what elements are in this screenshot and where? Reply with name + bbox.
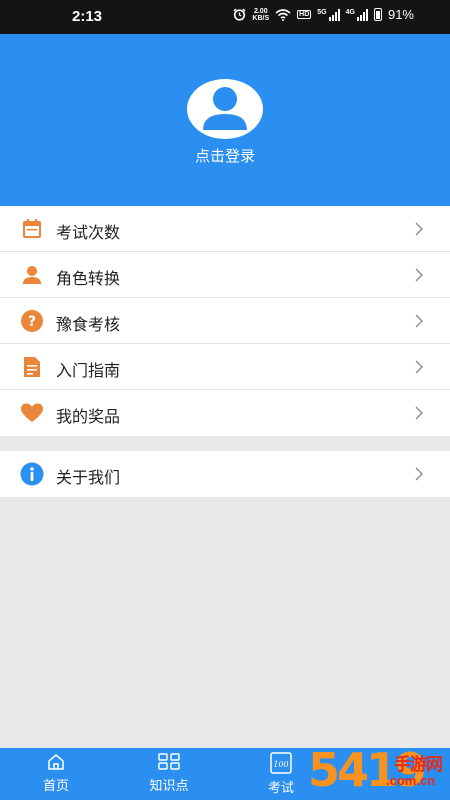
menu-item-about-us[interactable]: 关于我们 [0, 451, 450, 497]
status-time: 2:13 [72, 8, 103, 25]
menu-item-label: 入门指南 [56, 361, 121, 380]
net-speed-unit: KB/S [252, 14, 270, 22]
home-icon [48, 754, 64, 770]
wifi-icon [275, 8, 291, 21]
tab-label: 知识点 [149, 779, 189, 794]
info-icon [20, 462, 44, 486]
menu-item-label: 考试次数 [56, 223, 121, 242]
svg-text:?: ? [28, 314, 36, 330]
watermark-domain: .com.cn [386, 773, 436, 788]
profile-header[interactable]: 点击登录 [0, 34, 450, 206]
menu-item-label: 我的奖品 [56, 407, 121, 426]
menu-item-exam-count[interactable]: 考试次数 [0, 206, 450, 252]
tab-knowledge[interactable]: 知识点 [129, 752, 209, 794]
net-speed-value: 2.00 [253, 7, 268, 15]
watermark-logo: 5419 手游网 .com.cn [308, 743, 450, 800]
status-bar: 2:13 2.00 KB/S HD 5G 4G 91% [0, 0, 450, 34]
calendar-icon [23, 219, 41, 238]
chevron-right-icon [415, 360, 423, 374]
grid-icon [158, 753, 180, 770]
menu-item-label: 关于我们 [56, 468, 121, 487]
alarm-icon [233, 8, 246, 21]
avatar-icon[interactable] [186, 78, 264, 140]
menu-item-role-switch[interactable]: 角色转换 [0, 252, 450, 298]
chevron-right-icon [415, 314, 423, 328]
signal-sim2-icon: 4G [345, 8, 368, 21]
exam-icon: 100 [270, 752, 292, 774]
chevron-right-icon [415, 268, 423, 282]
menu-item-label: 豫食考核 [56, 315, 121, 334]
menu-list: 考试次数 角色转换 ? 豫食考核 入门指南 我的奖品 [0, 206, 450, 436]
battery-level: 91% [387, 7, 414, 22]
menu-item-guide[interactable]: 入门指南 [0, 344, 450, 390]
svg-text:100: 100 [273, 760, 288, 769]
chevron-right-icon [415, 406, 423, 420]
watermark-text: 手游网 [394, 755, 443, 775]
person-icon [23, 266, 41, 284]
chevron-right-icon [415, 467, 423, 481]
net-speed: 2.00 KB/S [252, 8, 269, 22]
menu-item-my-prizes[interactable]: 我的奖品 [0, 390, 450, 436]
about-section: 关于我们 [0, 451, 450, 497]
status-indicators: 2.00 KB/S HD 5G 4G 91% [233, 7, 414, 22]
sim1-label: 5G [317, 8, 327, 16]
heart-icon [21, 403, 43, 422]
battery-icon [373, 8, 382, 21]
login-link[interactable]: 点击登录 [0, 145, 450, 166]
menu-item-food-assessment[interactable]: ? 豫食考核 [0, 298, 450, 344]
sim2-label: 4G [345, 8, 355, 16]
question-icon: ? [21, 310, 43, 332]
signal-sim1-icon: 5G [317, 8, 340, 21]
tab-label: 首页 [42, 779, 69, 794]
menu-item-label: 角色转换 [56, 269, 121, 288]
hd-badge: HD [297, 10, 312, 19]
document-icon [24, 357, 40, 377]
chevron-right-icon [415, 222, 423, 236]
tab-home[interactable]: 首页 [16, 752, 96, 794]
